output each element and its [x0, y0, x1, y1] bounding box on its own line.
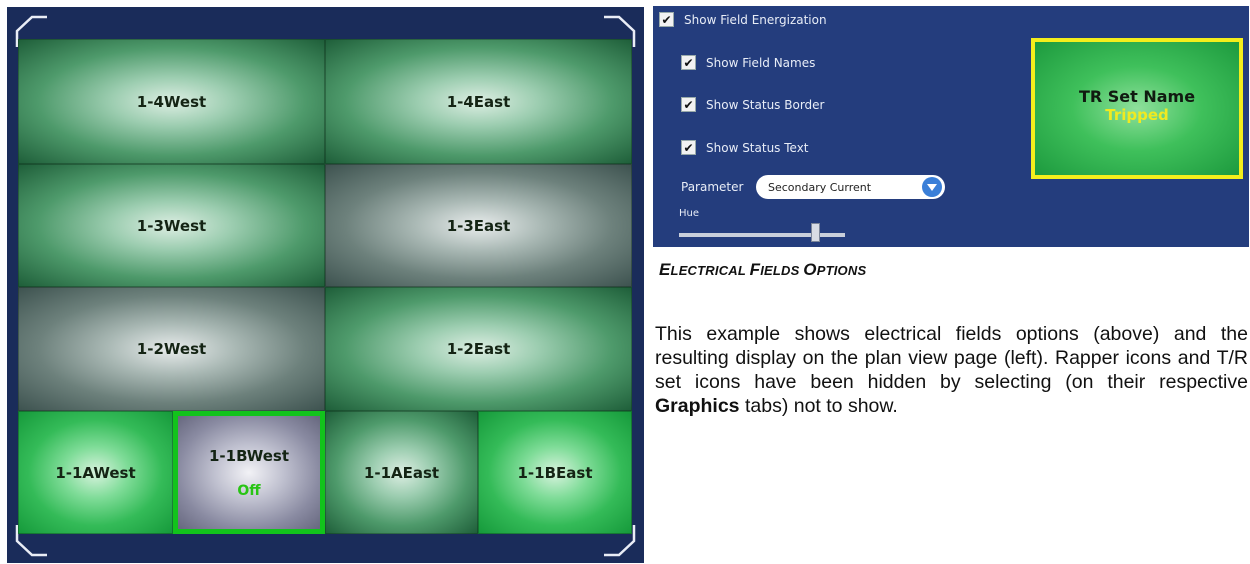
option-label: Show Field Names: [706, 55, 816, 70]
hue-label: Hue: [679, 208, 700, 219]
parameter-select[interactable]: Secondary Current: [756, 175, 945, 199]
field-name: 1-4East: [446, 92, 511, 111]
option-label: Show Field Energization: [684, 12, 827, 27]
field-name: 1-1AWest: [55, 463, 136, 482]
field-1-2east[interactable]: 1-2East: [325, 287, 632, 411]
show-status-border-checkbox[interactable]: ✔: [681, 97, 696, 112]
option-label: Show Status Border: [706, 97, 825, 112]
show-field-names-option[interactable]: ✔ Show Field Names: [681, 55, 815, 70]
field-1-4east[interactable]: 1-4East: [325, 39, 632, 164]
electrical-fields-options-panel: ✔ Show Field Energization ✔ Show Field N…: [653, 6, 1249, 247]
field-grid: 1-4West 1-4East 1-3West 1-3East 1-2West …: [18, 39, 632, 534]
show-field-energization-checkbox[interactable]: ✔: [659, 12, 674, 27]
field-name: 1-3East: [446, 216, 511, 235]
field-1-3east[interactable]: 1-3East: [325, 164, 632, 287]
field-1-1aeast[interactable]: 1-1AEast: [325, 411, 478, 534]
preview-name: TR Set Name: [1078, 87, 1196, 106]
show-field-names-checkbox[interactable]: ✔: [681, 55, 696, 70]
parameter-label: Parameter: [681, 180, 744, 194]
option-label: Show Status Text: [706, 140, 809, 155]
description-paragraph: This example shows electrical fields opt…: [655, 323, 1248, 417]
field-1-1bwest[interactable]: 1-1BWest Off: [173, 411, 325, 534]
field-name: 1-1AEast: [363, 463, 440, 482]
plan-view: 1-4West 1-4East 1-3West 1-3East 1-2West …: [7, 7, 644, 563]
hue-slider-thumb[interactable]: [810, 223, 820, 242]
field-1-4west[interactable]: 1-4West: [18, 39, 325, 164]
field-name: 1-1BWest: [209, 446, 289, 465]
show-status-border-option[interactable]: ✔ Show Status Border: [681, 97, 824, 112]
tr-set-preview: TR Set Name Tripped: [1031, 38, 1243, 179]
field-1-1awest[interactable]: 1-1AWest: [18, 411, 173, 534]
field-name: 1-2East: [446, 340, 511, 358]
field-name: 1-2West: [136, 340, 207, 358]
parameter-value: Secondary Current: [768, 180, 872, 194]
hue-slider-track[interactable]: [679, 233, 845, 237]
show-status-text-option[interactable]: ✔ Show Status Text: [681, 140, 809, 155]
field-status-text: Off: [237, 482, 261, 499]
field-name: 1-3West: [136, 216, 207, 235]
show-field-energization-option[interactable]: ✔ Show Field Energization: [659, 12, 827, 27]
field-name: 1-4West: [136, 92, 207, 111]
preview-status: Tripped: [1105, 106, 1169, 124]
field-1-2west[interactable]: 1-2West: [18, 287, 325, 411]
field-1-3west[interactable]: 1-3West: [18, 164, 325, 287]
figure-caption: ELECTRICAL FIELDS OPTIONS: [659, 260, 867, 279]
show-status-text-checkbox[interactable]: ✔: [681, 140, 696, 155]
field-name: 1-1BEast: [517, 463, 593, 482]
chevron-down-icon[interactable]: [922, 177, 942, 197]
field-1-1beast[interactable]: 1-1BEast: [478, 411, 632, 534]
